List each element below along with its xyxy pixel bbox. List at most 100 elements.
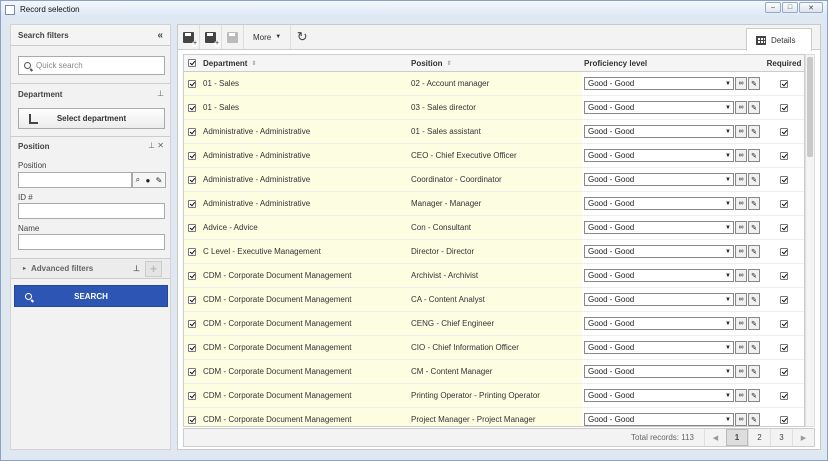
row-checkbox[interactable] [188,271,196,280]
binoculars-icon[interactable]: ∞ [735,77,747,90]
row-checkbox-cell[interactable] [184,360,200,383]
row-checkbox[interactable] [188,391,196,400]
remove-position-icon[interactable]: ✕ [157,141,164,150]
row-checkbox-cell[interactable] [184,288,200,311]
row-checkbox[interactable] [188,247,196,256]
eraser-icon[interactable]: ✎ [748,173,760,186]
row-checkbox[interactable] [188,343,196,352]
header-department[interactable]: Department ⇕ [200,55,407,71]
eraser-icon[interactable]: ✎ [748,341,760,354]
eraser-icon[interactable]: ✎ [748,389,760,402]
required-checkbox[interactable] [780,79,788,88]
details-tab[interactable]: Details [746,28,812,51]
eraser-icon[interactable]: ✎ [748,245,760,258]
save-add-button[interactable] [200,25,222,49]
table-row[interactable]: CDM - Corporate Document Management CENG … [184,312,804,336]
add-filter-button[interactable]: + [145,261,162,277]
eraser-icon[interactable]: ✎ [748,221,760,234]
row-checkbox[interactable] [188,295,196,304]
row-checkbox-cell[interactable] [184,240,200,263]
proficiency-select[interactable]: Good - Good ▼ [584,101,734,114]
maximize-button[interactable]: □ [782,2,798,13]
table-row[interactable]: Administrative - Administrative Coordinat… [184,168,804,192]
row-checkbox-cell[interactable] [184,408,200,426]
id-input[interactable] [18,203,165,219]
binoculars-icon[interactable]: ∞ [735,173,747,186]
row-checkbox-cell[interactable] [184,336,200,359]
required-checkbox[interactable] [780,175,788,184]
required-checkbox[interactable] [780,247,788,256]
row-checkbox-cell[interactable] [184,264,200,287]
eraser-icon[interactable]: ✎ [748,197,760,210]
row-checkbox[interactable] [188,151,196,160]
previous-page-button[interactable]: ◀ [704,429,726,446]
save-new-button[interactable] [178,25,200,49]
required-checkbox[interactable] [780,295,788,304]
row-checkbox-cell[interactable] [184,72,200,95]
required-checkbox[interactable] [780,151,788,160]
eraser-icon[interactable]: ✎ [748,317,760,330]
binoculars-icon[interactable]: ∞ [735,389,747,402]
required-checkbox[interactable] [780,415,788,424]
table-row[interactable]: C Level - Executive Management Director -… [184,240,804,264]
eraser-icon[interactable]: ✎ [748,413,760,426]
proficiency-select[interactable]: Good - Good ▼ [584,365,734,378]
row-checkbox-cell[interactable] [184,384,200,407]
eraser-icon[interactable]: ✎ [748,149,760,162]
refresh-button[interactable]: ↻ [291,25,313,49]
row-checkbox-cell[interactable] [184,120,200,143]
binoculars-icon[interactable]: ∞ [735,317,747,330]
row-checkbox[interactable] [188,319,196,328]
table-row[interactable]: Administrative - Administrative Manager -… [184,192,804,216]
proficiency-select[interactable]: Good - Good ▼ [584,245,734,258]
required-checkbox[interactable] [780,319,788,328]
page-3-button[interactable]: 3 [770,429,792,446]
select-all-checkbox[interactable] [188,59,196,67]
required-checkbox[interactable] [780,223,788,232]
eraser-icon[interactable]: ✎ [748,77,760,90]
clear-advanced-icon[interactable]: ⊥ [133,264,140,273]
position-input[interactable] [18,172,132,188]
row-checkbox[interactable] [188,175,196,184]
required-checkbox[interactable] [780,271,788,280]
row-checkbox-cell[interactable] [184,144,200,167]
minimize-button[interactable]: ‒ [765,2,781,13]
user-icon[interactable]: ● [145,176,150,185]
proficiency-select[interactable]: Good - Good ▼ [584,77,734,90]
eraser-icon[interactable]: ✎ [748,101,760,114]
binoculars-icon[interactable]: ∞ [735,245,747,258]
more-menu-button[interactable]: More ▼ [244,25,292,49]
quick-search-input[interactable]: Quick search [18,56,165,75]
table-row[interactable]: Administrative - Administrative CEO - Chi… [184,144,804,168]
row-checkbox[interactable] [188,367,196,376]
row-checkbox[interactable] [188,79,196,88]
clear-position-icon[interactable]: ⊥ [148,141,155,150]
row-checkbox-cell[interactable] [184,96,200,119]
row-checkbox[interactable] [188,223,196,232]
table-row[interactable]: CDM - Corporate Document Management Proje… [184,408,804,426]
row-checkbox-cell[interactable] [184,168,200,191]
row-checkbox-cell[interactable] [184,216,200,239]
proficiency-select[interactable]: Good - Good ▼ [584,389,734,402]
table-row[interactable]: CDM - Corporate Document Management Print… [184,384,804,408]
name-input[interactable] [18,234,165,250]
proficiency-select[interactable]: Good - Good ▼ [584,293,734,306]
required-checkbox[interactable] [780,127,788,136]
row-checkbox[interactable] [188,199,196,208]
row-checkbox[interactable] [188,127,196,136]
proficiency-select[interactable]: Good - Good ▼ [584,269,734,282]
binoculars-icon[interactable]: ∞ [735,341,747,354]
proficiency-select[interactable]: Good - Good ▼ [584,197,734,210]
binoculars-icon[interactable]: ∞ [735,221,747,234]
select-all-checkbox-cell[interactable] [184,55,200,71]
clear-department-icon[interactable]: ⊥ [157,89,164,98]
binoculars-icon[interactable]: ∞ [735,269,747,282]
eraser-icon[interactable]: ✎ [748,293,760,306]
select-department-button[interactable]: Select department [18,108,165,129]
next-page-button[interactable]: ▶ [792,429,814,446]
binoculars-icon[interactable]: ∞ [735,125,747,138]
header-position[interactable]: Position ⇕ [407,55,582,71]
table-row[interactable]: Administrative - Administrative 01 - Sale… [184,120,804,144]
search-button[interactable]: SEARCH [14,285,168,307]
eraser-icon[interactable]: ✎ [748,365,760,378]
